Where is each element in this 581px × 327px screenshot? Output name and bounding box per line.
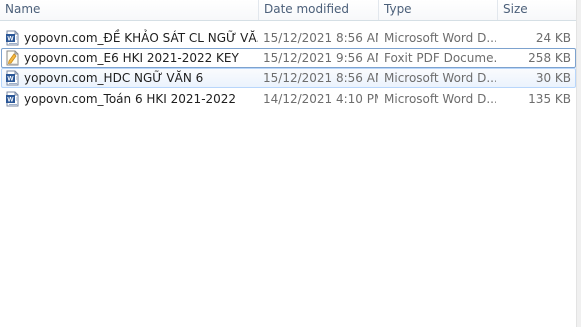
file-size: 258 KB	[528, 51, 571, 65]
file-name: yopovn.com_E6 HKI 2021-2022 KEY	[24, 51, 239, 65]
pdf-doc-icon	[5, 50, 21, 66]
file-name: yopovn.com_ĐỀ KHẢO SÁT CL NGỮ VĂ...	[24, 31, 258, 45]
file-name: yopovn.com_HDC NGỮ VĂN 6	[24, 71, 204, 85]
file-type: Microsoft Word D...	[384, 92, 496, 106]
file-type: Foxit PDF Docume...	[384, 51, 496, 65]
svg-text:W: W	[7, 36, 14, 43]
column-header-bar: Name Date modified Type Size	[0, 0, 581, 21]
file-row[interactable]: W yopovn.com_ĐỀ KHẢO SÁT CL NGỮ VĂ... 15…	[1, 28, 576, 48]
file-date-modified: 15/12/2021 8:56 AM	[263, 31, 378, 45]
file-name: yopovn.com_Toán 6 HKI 2021-2022	[24, 92, 237, 106]
file-size: 30 KB	[535, 71, 571, 85]
file-list-view: Name Date modified Type Size W yopovn.co…	[0, 0, 581, 327]
file-type: Microsoft Word D...	[384, 31, 496, 45]
word-doc-icon: W	[5, 70, 21, 86]
word-doc-icon: W	[5, 30, 21, 46]
svg-text:W: W	[7, 97, 14, 104]
file-date-modified: 15/12/2021 8:56 AM	[263, 71, 378, 85]
svg-text:W: W	[7, 76, 14, 83]
column-header-name[interactable]: Name	[0, 0, 259, 20]
vertical-scrollbar[interactable]	[576, 0, 581, 327]
file-date-modified: 14/12/2021 4:10 PM	[263, 92, 378, 106]
column-header-type[interactable]: Type	[379, 0, 498, 20]
file-row[interactable]: W yopovn.com_Toán 6 HKI 2021-2022 14/12/…	[1, 89, 576, 109]
file-row[interactable]: yopovn.com_E6 HKI 2021-2022 KEY 15/12/20…	[1, 48, 576, 68]
file-type: Microsoft Word D...	[384, 71, 496, 85]
file-date-modified: 15/12/2021 9:56 AM	[263, 51, 378, 65]
column-header-size[interactable]: Size	[498, 0, 576, 20]
column-header-date-modified[interactable]: Date modified	[259, 0, 379, 20]
file-row[interactable]: W yopovn.com_HDC NGỮ VĂN 6 15/12/2021 8:…	[1, 68, 576, 88]
file-size: 135 KB	[528, 92, 571, 106]
file-size: 24 KB	[535, 31, 571, 45]
word-doc-icon: W	[5, 91, 21, 107]
